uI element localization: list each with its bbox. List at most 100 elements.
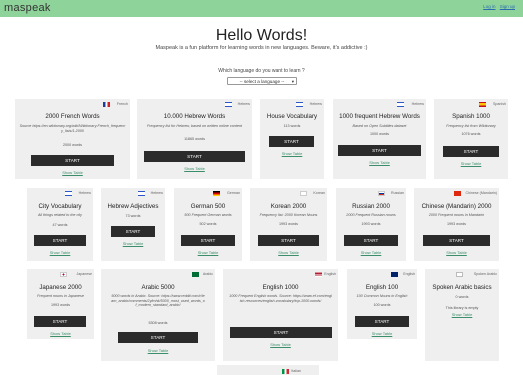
course-card: Spanish Spanish 1000 Frequency list from… <box>434 99 508 179</box>
show-table-link[interactable]: Show Table <box>434 161 508 166</box>
start-button[interactable]: START <box>269 136 314 147</box>
course-title: Arabic 5000 <box>141 284 175 291</box>
course-language: Hebrew <box>150 191 163 195</box>
course-card: English English 100 100 Common Nouns in … <box>347 269 417 339</box>
course-description: Frequency list for Hebrew, based on writ… <box>147 124 242 128</box>
course-card: Spoken Arabic Spoken Arabic basics 0 wor… <box>425 269 499 361</box>
course-description: Frequency list: 2000 Korean Nouns <box>259 213 318 217</box>
show-table-link[interactable]: Show Table <box>174 250 242 255</box>
show-table-link[interactable]: Show Table <box>101 241 165 246</box>
flag-il-icon <box>65 191 72 196</box>
login-link[interactable]: Log in <box>483 4 495 9</box>
course-word-count: 2000 words <box>62 143 83 147</box>
course-word-count: 100 words <box>373 303 391 307</box>
flag-il-icon <box>225 102 232 107</box>
course-word-count: 0 words <box>455 295 469 299</box>
course-title: Japanese 2000 <box>39 284 82 291</box>
course-description: Based on Open Subtitles dataset <box>352 124 407 128</box>
course-title: Spanish 1000 <box>452 113 490 120</box>
flag-cn-icon <box>454 191 461 196</box>
show-table-link[interactable]: Show Table <box>336 250 406 255</box>
show-table-link[interactable]: Show Table <box>347 331 417 336</box>
start-button[interactable]: START <box>181 235 235 246</box>
course-card: Hebrew House Vocabulary 113 words START … <box>260 99 324 179</box>
course-title: Hebrew Adjectives <box>107 203 159 210</box>
flag-it-icon <box>282 369 289 374</box>
show-table-link[interactable]: Show Table <box>250 250 327 255</box>
course-title: Korean 2000 <box>270 203 307 210</box>
course-card: Hebrew 1000 frequent Hebrew Words Based … <box>333 99 426 179</box>
show-table-link[interactable]: Show Table <box>260 151 324 156</box>
course-description: 5000 words in Arabic. Source: https://ww… <box>111 294 205 308</box>
flag-us-icon <box>315 272 322 277</box>
course-word-count: 1993 words <box>278 222 299 226</box>
flag-sa-icon <box>192 272 199 277</box>
show-table-link[interactable]: Show Table <box>425 312 499 317</box>
course-language: Hebrew <box>237 102 250 106</box>
brand-logo[interactable]: maspeak <box>4 2 51 14</box>
course-description: Frequent nouns in Japanese <box>37 294 84 298</box>
course-word-count: 502 words <box>199 222 217 226</box>
chevron-down-icon: ▾ <box>291 79 294 84</box>
course-word-count: 73 words <box>125 214 141 218</box>
course-word-count: 1076 words <box>461 132 481 136</box>
show-table-link[interactable]: Show Table <box>27 250 93 255</box>
course-description: 1000 Frequent English words. Source: htt… <box>229 294 332 303</box>
course-word-count: 113 words <box>283 124 301 128</box>
course-language: Hebrew <box>309 102 322 106</box>
start-button[interactable]: START <box>31 155 114 166</box>
course-language: Hebrew <box>78 191 91 195</box>
start-button[interactable]: START <box>34 316 86 327</box>
course-word-count: 1000 words <box>369 132 390 136</box>
course-title: 2000 French Words <box>45 113 100 120</box>
flag-gb-icon <box>391 272 398 277</box>
show-table-link[interactable]: Show Table <box>101 348 215 353</box>
course-language: German <box>227 191 240 195</box>
flag-il-icon <box>397 102 404 107</box>
start-button[interactable]: START <box>344 235 398 246</box>
auth-links: Log in Sign up <box>480 4 515 9</box>
start-button[interactable]: START <box>230 327 332 338</box>
start-button[interactable]: START <box>355 316 409 327</box>
course-description: All things related to the city <box>37 213 83 217</box>
signup-link[interactable]: Sign up <box>500 4 515 9</box>
course-language: French <box>116 102 128 106</box>
course-card: Arabic Arabic 5000 5000 words in Arabic.… <box>101 269 215 361</box>
course-word-count: 1993 words <box>361 222 381 226</box>
course-language: Japanese <box>76 272 92 276</box>
show-table-link[interactable]: Show Table <box>223 342 338 347</box>
start-button[interactable]: START <box>111 226 155 237</box>
show-table-link[interactable]: Show Table <box>27 331 94 336</box>
language-select[interactable]: -- select a language -- ▾ <box>227 77 297 85</box>
flag-kr-icon <box>300 191 307 196</box>
start-button[interactable]: START <box>443 146 499 157</box>
show-table-link[interactable]: Show Table <box>414 250 499 255</box>
start-button[interactable]: START <box>423 235 490 246</box>
course-title: English 1000 <box>262 284 299 291</box>
course-language: Spoken Arabic <box>473 272 497 276</box>
course-card: French 2000 French Words Source https://… <box>15 99 130 179</box>
flag-fr-icon <box>103 102 110 107</box>
flag-jp-icon <box>60 272 67 277</box>
course-description: 2000 Frequent nouns in Mandarin <box>428 213 485 217</box>
start-button[interactable]: START <box>144 151 245 162</box>
page-title: Hello Words! <box>215 27 308 44</box>
course-language: Spanish <box>493 102 506 106</box>
start-button[interactable]: START <box>34 235 86 246</box>
course-card: Korean Korean 2000 Frequency list: 2000 … <box>250 188 327 261</box>
course-language: English <box>324 272 336 276</box>
course-language: Chinese (Mandarin) <box>465 191 497 195</box>
course-description: Frequency list from Wiktionary <box>446 124 496 128</box>
course-language: Italian <box>291 369 301 373</box>
start-button[interactable]: START <box>118 332 198 343</box>
show-table-link[interactable]: Show Table <box>15 170 130 175</box>
show-table-link[interactable]: Show Table <box>333 160 426 165</box>
course-title: Russian 2000 <box>352 203 390 210</box>
course-card: Hebrew City Vocabulary All things relate… <box>27 188 93 261</box>
course-title: 10.000 Hebrew Words <box>163 113 226 120</box>
course-language: Korean <box>313 191 325 195</box>
start-button[interactable]: START <box>258 235 319 246</box>
start-button[interactable]: START <box>338 145 421 156</box>
course-title: Chinese (Mandarin) 2000 <box>421 203 492 210</box>
show-table-link[interactable]: Show Table <box>137 166 252 171</box>
